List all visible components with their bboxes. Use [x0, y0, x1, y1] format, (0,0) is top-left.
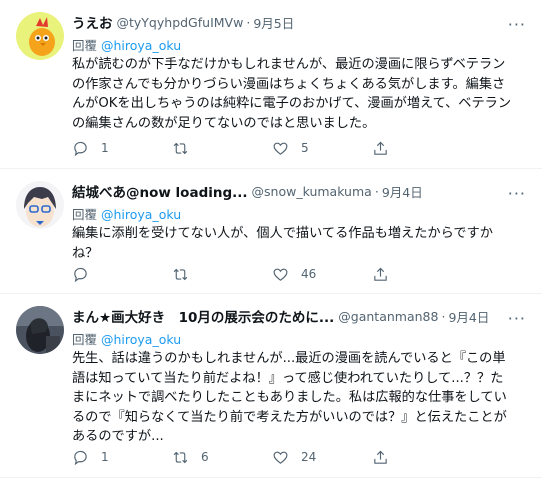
- reply-button[interactable]: [72, 266, 172, 283]
- like-count: 24: [301, 450, 317, 464]
- like-icon: [273, 268, 288, 281]
- avatar[interactable]: [16, 12, 64, 60]
- tweet-1[interactable]: うえお @tyYqyhpdGfuIMVw · 9月5日 ··· 回覆 @hiro…: [0, 0, 542, 169]
- retweet-icon: [173, 451, 188, 463]
- action-bar: 1 5: [72, 138, 472, 158]
- reply-to-link[interactable]: @hiroya_oku: [101, 207, 181, 222]
- display-name[interactable]: まん★画大好き 10月の展示会のために...: [72, 306, 334, 326]
- reply-button[interactable]: 1: [72, 140, 172, 157]
- retweet-button[interactable]: [172, 266, 272, 283]
- reply-icon: [74, 141, 87, 156]
- like-icon: [273, 451, 288, 464]
- tweet-2[interactable]: 結城べあ@now loading... @snow_kumakuma · 9月4…: [0, 169, 542, 294]
- reply-count: 1: [101, 450, 109, 464]
- avatar[interactable]: [16, 181, 64, 229]
- reply-icon: [74, 267, 87, 282]
- retweet-button[interactable]: 6: [172, 449, 272, 466]
- more-icon[interactable]: ···: [508, 186, 526, 202]
- tweet-text: 先生、話は違うのかもしれませんが...最近の漫画を読んでいると『この単 語は知っ…: [72, 351, 507, 444]
- tweet-3[interactable]: まん★画大好き 10月の展示会のために... @gantanman88 · 9月…: [0, 294, 542, 478]
- more-icon[interactable]: ···: [508, 17, 526, 33]
- like-button[interactable]: 24: [272, 449, 372, 466]
- more-icon[interactable]: ···: [508, 311, 526, 327]
- share-icon: [374, 141, 387, 155]
- separator-dot: ·: [374, 183, 379, 199]
- reply-prefix: 回覆: [72, 38, 101, 53]
- like-count: 5: [301, 141, 309, 155]
- avatar[interactable]: [16, 306, 64, 354]
- action-bar: 1 6 24: [72, 447, 472, 467]
- share-button[interactable]: [372, 449, 472, 466]
- tweet-date[interactable]: 9月4日: [448, 307, 489, 326]
- reply-prefix: 回覆: [72, 332, 101, 347]
- share-icon: [374, 267, 387, 281]
- separator-dot: ·: [246, 14, 251, 30]
- share-button[interactable]: [372, 266, 472, 283]
- share-button[interactable]: [372, 140, 472, 157]
- separator-dot: ·: [441, 308, 446, 324]
- retweet-icon: [173, 142, 188, 154]
- user-handle[interactable]: @gantanman88: [338, 309, 438, 324]
- user-handle[interactable]: @snow_kumakuma: [252, 184, 372, 199]
- retweet-button[interactable]: [172, 140, 272, 157]
- tweet-date[interactable]: 9月5日: [253, 13, 294, 32]
- tweet-text: 私が読むのが下手なだけかもしれませんが、最近の漫画に限らずベテラン の作家さんで…: [72, 57, 512, 131]
- like-icon: [273, 142, 288, 155]
- retweet-count: 6: [201, 450, 209, 464]
- tweet-text: 編集に添削を受けてない人が、個人で描いてる作品も増えたからですか ね？: [72, 226, 493, 261]
- like-button[interactable]: 5: [272, 140, 372, 157]
- share-icon: [374, 450, 387, 464]
- reply-to-link[interactable]: @hiroya_oku: [101, 332, 181, 347]
- like-count: 46: [301, 267, 317, 281]
- reply-context: 回覆 @hiroya_oku: [72, 329, 530, 347]
- tweet-date[interactable]: 9月4日: [382, 182, 423, 201]
- reply-context: 回覆 @hiroya_oku: [72, 204, 530, 222]
- reply-prefix: 回覆: [72, 207, 101, 222]
- reply-count: 1: [101, 141, 109, 155]
- retweet-icon: [173, 268, 188, 280]
- user-handle[interactable]: @tyYqyhpdGfuIMVw: [117, 15, 244, 30]
- reply-to-link[interactable]: @hiroya_oku: [101, 38, 181, 53]
- like-button[interactable]: 46: [272, 266, 372, 283]
- reply-icon: [74, 450, 87, 465]
- action-bar: 46: [72, 264, 472, 284]
- reply-context: 回覆 @hiroya_oku: [72, 35, 530, 53]
- reply-button[interactable]: 1: [72, 449, 172, 466]
- display-name[interactable]: うえお: [72, 12, 113, 32]
- display-name[interactable]: 結城べあ@now loading...: [72, 181, 248, 201]
